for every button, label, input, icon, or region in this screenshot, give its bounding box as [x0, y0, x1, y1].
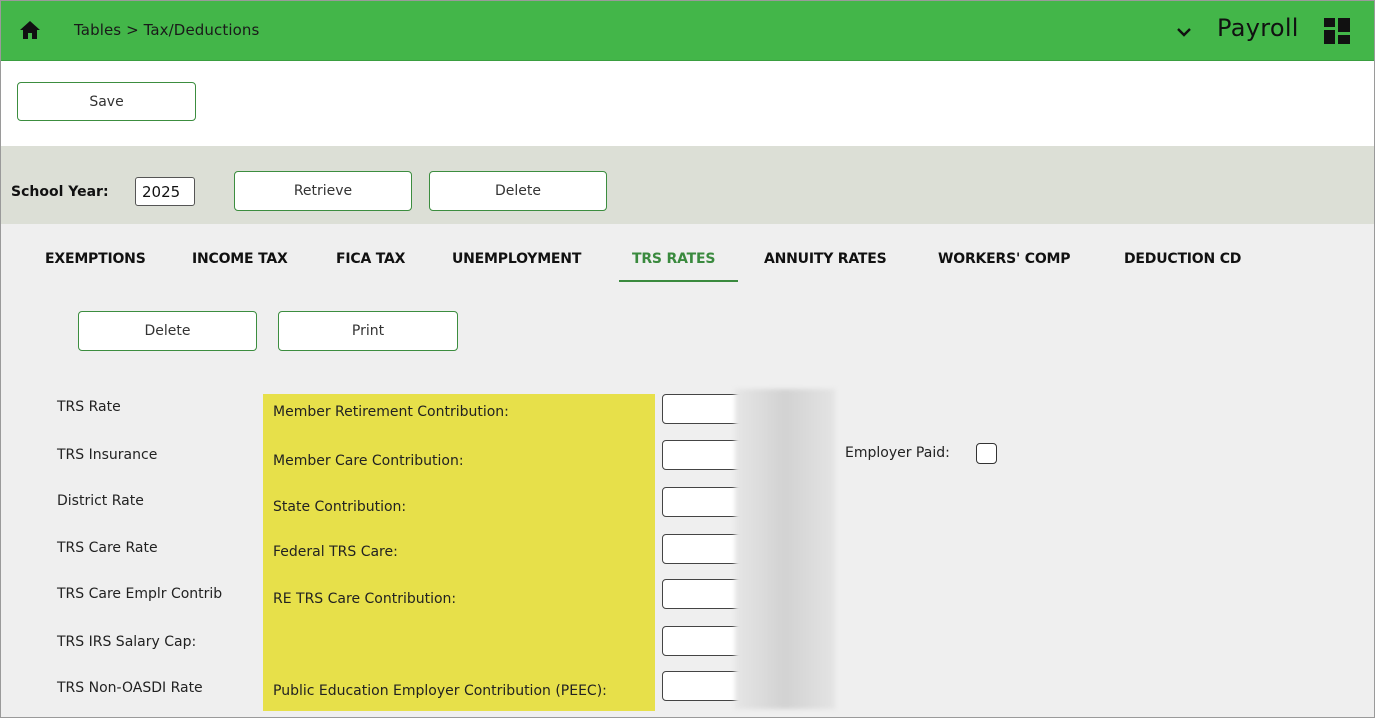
field-label-peec: Public Education Employer Contribution (…	[273, 683, 607, 699]
school-year-input[interactable]	[135, 177, 195, 206]
row-label-trs-rate: TRS Rate	[57, 399, 121, 415]
grid-icon[interactable]	[1323, 17, 1351, 45]
app-window: Tables > Tax/Deductions Payroll Save Sch…	[0, 0, 1375, 718]
retrieve-button[interactable]: Retrieve	[234, 171, 412, 211]
field-label-member-care: Member Care Contribution:	[273, 453, 464, 469]
tab-trs-rates[interactable]: TRS RATES	[632, 251, 715, 267]
school-year-band	[1, 146, 1374, 224]
tab-deduction-cd[interactable]: DEDUCTION CD	[1124, 251, 1241, 267]
tab-income-tax[interactable]: INCOME TAX	[192, 251, 288, 267]
delete-button[interactable]: Delete	[78, 311, 257, 351]
field-label-member-retirement: Member Retirement Contribution:	[273, 404, 509, 420]
row-label-trs-care-rate: TRS Care Rate	[57, 540, 158, 556]
chevron-down-icon[interactable]	[1176, 26, 1192, 38]
delete-year-button[interactable]: Delete	[429, 171, 607, 211]
save-area	[1, 62, 1374, 146]
employer-paid-label: Employer Paid:	[845, 445, 950, 461]
tab-unemployment[interactable]: UNEMPLOYMENT	[452, 251, 581, 267]
app-title[interactable]: Payroll	[1217, 14, 1299, 42]
active-tab-indicator	[619, 280, 738, 282]
row-label-trs-care-emplr-contrib: TRS Care Emplr Contrib	[57, 586, 223, 602]
field-label-re-trs-care: RE TRS Care Contribution:	[273, 591, 457, 607]
row-label-trs-irs-salary-cap: TRS IRS Salary Cap:	[57, 634, 197, 650]
row-label-trs-non-oasdi-rate: TRS Non-OASDI Rate	[57, 680, 203, 696]
print-button[interactable]: Print	[278, 311, 458, 351]
tab-exemptions[interactable]: EXEMPTIONS	[45, 251, 146, 267]
row-label-trs-insurance: TRS Insurance	[57, 447, 158, 463]
breadcrumb[interactable]: Tables > Tax/Deductions	[74, 21, 259, 39]
top-bar: Tables > Tax/Deductions Payroll	[1, 1, 1374, 61]
tab-workers-comp[interactable]: WORKERS' COMP	[938, 251, 1071, 267]
home-icon[interactable]	[19, 20, 41, 40]
school-year-label: School Year:	[11, 184, 109, 200]
tab-annuity-rates[interactable]: ANNUITY RATES	[764, 251, 887, 267]
tab-fica-tax[interactable]: FICA TAX	[336, 251, 405, 267]
save-button[interactable]: Save	[17, 82, 196, 121]
row-label-district-rate: District Rate	[57, 493, 144, 509]
field-label-state-contribution: State Contribution:	[273, 499, 407, 515]
redacted-values	[735, 389, 835, 709]
field-label-federal-trs-care: Federal TRS Care:	[273, 544, 398, 560]
employer-paid-checkbox[interactable]	[976, 443, 997, 464]
